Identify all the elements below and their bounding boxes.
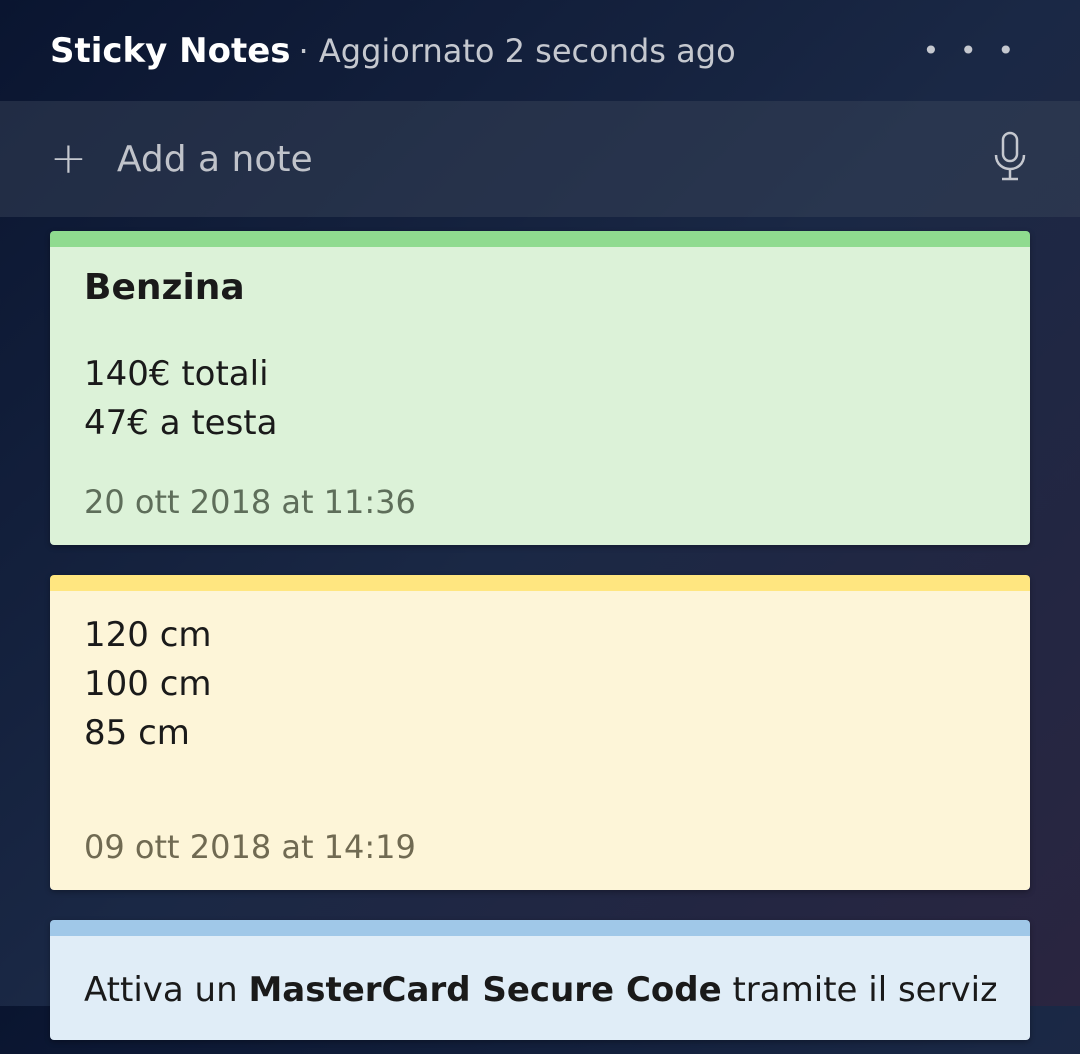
- note-body: Attiva un MasterCard Secure Code tramite…: [50, 936, 1030, 1039]
- note-body: Benzina 140€ totali 47€ a testa 20 ott 2…: [50, 247, 1030, 545]
- note-line: 120 cm: [84, 611, 996, 660]
- notes-list: Benzina 140€ totali 47€ a testa 20 ott 2…: [0, 217, 1080, 1054]
- more-options-icon[interactable]: • • •: [913, 24, 1030, 77]
- note-color-stripe: [50, 231, 1030, 247]
- note-color-stripe: [50, 920, 1030, 936]
- note-line: 140€ totali: [84, 350, 996, 399]
- add-note-placeholder: Add a note: [117, 139, 960, 180]
- note-color-stripe: [50, 575, 1030, 591]
- note-text-suffix: tramite il servizio: [722, 970, 996, 1010]
- note-card[interactable]: 120 cm 100 cm 85 cm 09 ott 2018 at 14:19: [50, 575, 1030, 891]
- add-note-bar[interactable]: + Add a note: [0, 101, 1080, 217]
- note-line: 85 cm: [84, 709, 996, 758]
- note-body: 120 cm 100 cm 85 cm 09 ott 2018 at 14:19: [50, 591, 1030, 891]
- note-card[interactable]: Attiva un MasterCard Secure Code tramite…: [50, 920, 1030, 1039]
- note-line: 100 cm: [84, 660, 996, 709]
- note-line: Attiva un MasterCard Secure Code tramite…: [84, 966, 996, 1015]
- note-card[interactable]: Benzina 140€ totali 47€ a testa 20 ott 2…: [50, 231, 1030, 545]
- note-text-bold: MasterCard Secure Code: [248, 970, 721, 1010]
- note-timestamp: 09 ott 2018 at 14:19: [84, 828, 996, 866]
- app-header: Sticky Notes · Aggiornato 2 seconds ago …: [0, 0, 1080, 101]
- note-timestamp: 20 ott 2018 at 11:36: [84, 483, 996, 521]
- plus-icon: +: [50, 137, 87, 181]
- note-title: Benzina: [84, 267, 996, 308]
- sync-status: · Aggiornato 2 seconds ago: [299, 32, 736, 70]
- app-title: Sticky Notes: [50, 31, 291, 71]
- note-line: 47€ a testa: [84, 399, 996, 448]
- note-text-prefix: Attiva un: [84, 970, 248, 1010]
- microphone-icon[interactable]: [990, 131, 1030, 187]
